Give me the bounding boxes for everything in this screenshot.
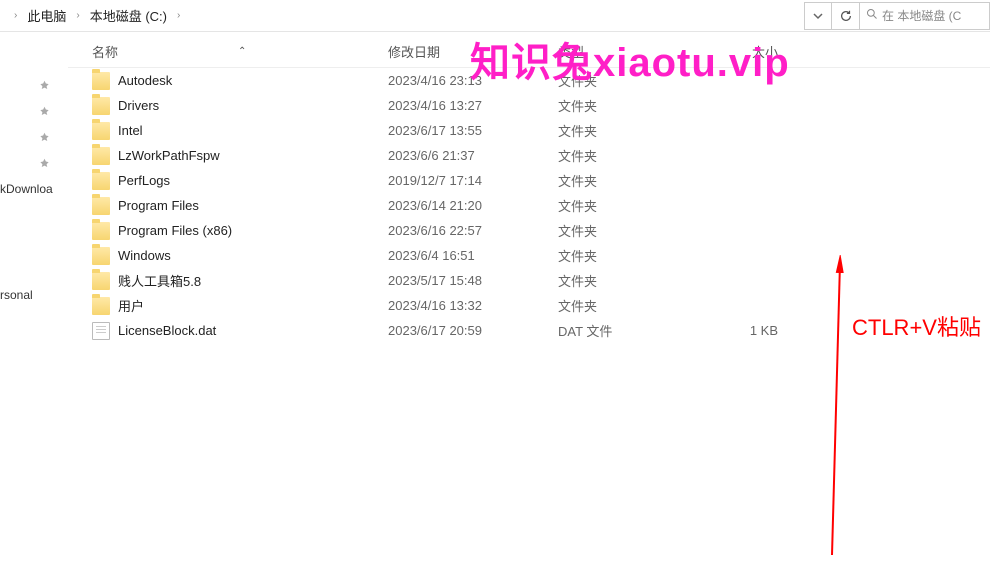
file-date: 2023/6/16 22:57 (388, 223, 558, 238)
file-size: 1 KB (718, 323, 808, 338)
file-name: 贱人工具箱5.8 (118, 271, 201, 290)
file-row[interactable]: PerfLogs 2019/12/7 17:14文件夹 (68, 168, 990, 193)
file-date: 2023/4/16 13:32 (388, 298, 558, 313)
file-type: 文件夹 (558, 121, 718, 140)
breadcrumb[interactable]: › 此电脑 › 本地磁盘 (C:) › (0, 0, 804, 31)
file-row[interactable]: Autodesk 2023/4/16 23:13文件夹 (68, 68, 990, 93)
column-header-date[interactable]: 修改日期 (388, 42, 558, 61)
search-icon (866, 8, 878, 23)
file-row[interactable]: Drivers 2023/4/16 13:27文件夹 (68, 93, 990, 118)
breadcrumb-this-pc[interactable]: 此电脑 (23, 6, 70, 25)
pinned-item[interactable] (0, 150, 68, 176)
file-type: 文件夹 (558, 146, 718, 165)
file-date: 2023/6/17 13:55 (388, 123, 558, 138)
chevron-right-icon: › (171, 10, 186, 21)
sidebar-item-personal[interactable]: rsonal (0, 282, 68, 308)
file-name: Windows (118, 248, 171, 263)
search-placeholder: 在 本地磁盘 (C (882, 7, 961, 24)
column-header-type[interactable]: 类型 (558, 42, 718, 61)
file-type: 文件夹 (558, 221, 718, 240)
folder-icon (92, 197, 110, 215)
file-name: PerfLogs (118, 173, 170, 188)
file-date: 2023/6/17 20:59 (388, 323, 558, 338)
file-name: Autodesk (118, 73, 172, 88)
file-type: 文件夹 (558, 171, 718, 190)
column-header-name[interactable]: 名称 ⌃ (88, 42, 388, 61)
folder-icon (92, 122, 110, 140)
file-type: 文件夹 (558, 296, 718, 315)
folder-icon (92, 272, 110, 290)
file-date: 2023/4/16 23:13 (388, 73, 558, 88)
chevron-right-icon: › (70, 10, 85, 21)
file-date: 2023/5/17 15:48 (388, 273, 558, 288)
address-bar: › 此电脑 › 本地磁盘 (C:) › 在 本地磁盘 (C (0, 0, 990, 32)
file-row[interactable]: 贱人工具箱5.8 2023/5/17 15:48文件夹 (68, 268, 990, 293)
file-row[interactable]: LicenseBlock.dat 2023/6/17 20:59DAT 文件1 K… (68, 318, 990, 343)
folder-icon (92, 147, 110, 165)
file-type: 文件夹 (558, 196, 718, 215)
file-list-panel: 名称 ⌃ 修改日期 类型 大小 Autodesk2023/4/16 23:13文… (68, 36, 990, 563)
file-name: LicenseBlock.dat (118, 323, 216, 338)
file-date: 2023/4/16 13:27 (388, 98, 558, 113)
folder-icon (92, 172, 110, 190)
file-name: Intel (118, 123, 143, 138)
column-headers: 名称 ⌃ 修改日期 类型 大小 (68, 36, 990, 68)
pinned-item[interactable] (0, 98, 68, 124)
file-name: Drivers (118, 98, 159, 113)
file-date: 2019/12/7 17:14 (388, 173, 558, 188)
file-row[interactable]: LzWorkPathFspw 2023/6/6 21:37文件夹 (68, 143, 990, 168)
folder-icon (92, 72, 110, 90)
file-row[interactable]: 用户 2023/4/16 13:32文件夹 (68, 293, 990, 318)
file-date: 2023/6/14 21:20 (388, 198, 558, 213)
sidebar-item-downloads[interactable]: kDownloa (0, 176, 68, 202)
file-name: LzWorkPathFspw (118, 148, 220, 163)
file-row[interactable]: Program Files (x86) 2023/6/16 22:57文件夹 (68, 218, 990, 243)
address-history-dropdown[interactable] (804, 2, 832, 30)
folder-icon (92, 297, 110, 315)
file-row[interactable]: Program Files 2023/6/14 21:20文件夹 (68, 193, 990, 218)
file-name: Program Files (118, 198, 199, 213)
pinned-item[interactable] (0, 72, 68, 98)
file-type: 文件夹 (558, 96, 718, 115)
folder-icon (92, 97, 110, 115)
refresh-button[interactable] (832, 2, 860, 30)
folder-icon (92, 222, 110, 240)
chevron-right-icon: › (8, 10, 23, 21)
file-row[interactable]: Windows 2023/6/4 16:51文件夹 (68, 243, 990, 268)
sort-ascending-icon: ⌃ (238, 46, 246, 57)
search-input[interactable]: 在 本地磁盘 (C (860, 2, 990, 30)
file-icon (92, 322, 110, 340)
quick-access-sidebar: kDownloa rsonal (0, 36, 68, 556)
file-row[interactable]: Intel 2023/6/17 13:55文件夹 (68, 118, 990, 143)
file-type: DAT 文件 (558, 321, 718, 340)
column-header-size[interactable]: 大小 (718, 42, 808, 61)
file-type: 文件夹 (558, 246, 718, 265)
file-name: Program Files (x86) (118, 223, 232, 238)
file-date: 2023/6/4 16:51 (388, 248, 558, 263)
folder-icon (92, 247, 110, 265)
file-name: 用户 (118, 296, 144, 315)
file-date: 2023/6/6 21:37 (388, 148, 558, 163)
file-type: 文件夹 (558, 271, 718, 290)
file-type: 文件夹 (558, 71, 718, 90)
pinned-item[interactable] (0, 124, 68, 150)
breadcrumb-local-disk-c[interactable]: 本地磁盘 (C:) (86, 6, 171, 25)
